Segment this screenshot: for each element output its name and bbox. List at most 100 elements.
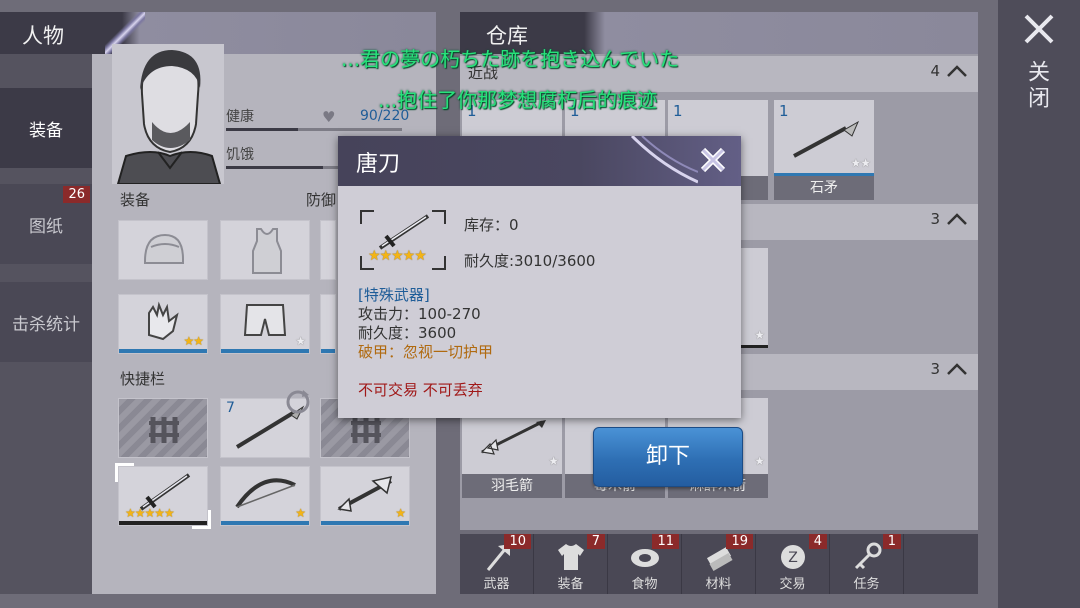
category-2-item-stars: ★ [754,328,765,342]
quickbar-slot-locked-1 [118,398,208,458]
subtitle-japanese: ...君の夢の朽ちた跡を抱き込んでいた [341,47,680,71]
melee-item-stone-spear[interactable]: 1 ★★ 石矛 [774,100,874,200]
equip-slot-legs[interactable]: ★ [220,294,310,354]
arrows-bar [321,521,409,525]
warehouse-category-tabs: 10 武器 7 装备 11 食物 19 材料 Z 4 交易 1 任务 [460,534,978,594]
item-detail-popup: 唐刀 ★★★★★ 库存：0 耐久度:3010/3600 [特殊武器] 攻击力：1… [338,136,741,418]
arrows-stars: ★ [395,506,406,520]
blueprints-badge: 26 [63,186,90,203]
weapons-label: 武器 [483,577,510,592]
melee-item-4-count: 1 [779,102,789,120]
equipment-section-label: 装备 [120,191,151,209]
materials-label: 材料 [705,577,732,592]
heart-icon: ♥ [322,108,336,126]
bow-stars: ★ [295,506,306,520]
character-title: 人物 [22,24,64,48]
equip-slot-gloves[interactable]: ★★ [118,294,208,354]
partial-bar [321,349,335,353]
popup-item-frame: ★★★★★ [360,210,446,270]
popup-stock: 库存：0 [464,216,519,234]
weapons-badge: 10 [504,534,531,549]
quests-label: 任务 [853,577,880,592]
popup-close-button[interactable] [695,142,731,178]
gear-badge: 7 [586,534,605,549]
bow-bar [221,521,309,525]
materials-badge: 19 [726,534,753,549]
feather-arrow-label: 羽毛箭 [462,474,562,498]
trade-badge: 4 [808,534,827,549]
stone-spear-icon [793,120,860,158]
gear-label: 装备 [557,577,584,592]
helmet-icon [144,233,184,264]
category-2-count: 3 [930,210,940,228]
tab-food[interactable]: 11 食物 [608,534,682,594]
feather-arrow-icon [480,420,546,455]
category-3-count: 3 [930,360,940,378]
stone-spear-label: 石矛 [774,176,874,200]
close-icon[interactable] [1022,12,1056,46]
equip-slot-body[interactable] [220,220,310,280]
header-slash-decoration [630,136,698,184]
category-melee-count: 4 [930,62,940,80]
tanktop-icon [252,228,282,274]
shorts-durability-bar [221,349,309,353]
tab-weapons[interactable]: 10 武器 [460,534,534,594]
fence-lock-icon [351,417,381,443]
equip-slot-partial-2[interactable] [320,294,336,354]
quickbar-slot-spear[interactable]: 7 [220,390,310,458]
hunger-label: 饥饿 [226,147,254,163]
food-badge: 11 [652,534,679,549]
popup-attack: 攻击力：100-270 [358,305,481,323]
tab-materials[interactable]: 19 材料 [682,534,756,594]
unequip-button[interactable]: 卸下 [593,427,743,487]
quickbar-slot-bow[interactable]: ★ [220,466,310,526]
tab-kill-stats-label: 击杀统计 [12,314,80,335]
bow-icon [235,478,296,509]
tab-kill-stats[interactable]: 击杀统计 [0,282,92,362]
popup-header: 唐刀 [338,136,741,186]
gloves-stars: ★★ [183,334,203,348]
chevron-up-icon[interactable] [946,212,968,226]
quests-badge: 1 [882,534,901,549]
melee-item-3-count: 1 [673,102,683,120]
key-icon [854,542,882,570]
shorts-stars: ★ [295,334,306,348]
equip-slot-head[interactable] [118,220,208,280]
defense-label: 防御 [306,191,337,209]
character-portrait [112,44,224,184]
popup-title: 唐刀 [356,152,401,177]
popup-item-type: [特殊武器] [358,286,430,304]
equip-slot-partial[interactable] [320,220,336,280]
gloves-durability-bar [119,349,207,353]
chevron-up-icon[interactable] [946,362,968,376]
side-tabs: 装备 图纸 26 击杀统计 [0,54,92,594]
popup-armor-break: 破甲：忽视一切护甲 [358,343,494,361]
swap-icon[interactable] [283,387,313,417]
subtitle-chinese: ...抱住了你那梦想腐朽后的痕迹 [378,88,658,112]
quickbar-slot-tang-dao[interactable]: ★★★★★ [115,463,211,529]
svg-text:Z: Z [788,550,798,566]
tang-dao-sword-icon [378,214,430,250]
trade-coin-icon: Z [781,545,805,569]
tab-blueprints[interactable]: 图纸 26 [0,184,92,264]
popup-restrictions: 不可交易 不可丢弃 [358,381,483,399]
tang-dao-stars: ★★★★★ [125,506,175,520]
tab-gear[interactable]: 7 装备 [534,534,608,594]
popup-item-stars: ★★★★★ [368,248,427,264]
anesthetic-arrow-stars: ★ [754,454,765,468]
close-icon [700,147,726,173]
chevron-up-icon[interactable] [946,64,968,78]
popup-durability: 耐久度:3010/3600 [464,252,596,270]
popup-durability-max: 耐久度：3600 [358,324,457,342]
close-label[interactable]: 关闭 [1024,60,1052,112]
fence-lock-icon [149,417,179,443]
quickbar-slot-arrows[interactable]: ★ [320,466,410,526]
tab-equipment[interactable]: 装备 [0,88,92,168]
tab-blueprints-label: 图纸 [29,216,63,237]
stone-spear-stars: ★★ [850,156,870,170]
tab-trade[interactable]: Z 4 交易 [756,534,830,594]
health-label: 健康 [226,109,254,125]
arrow-bundle-icon [337,476,393,512]
shorts-icon [243,304,287,336]
tab-quests[interactable]: 1 任务 [830,534,904,594]
